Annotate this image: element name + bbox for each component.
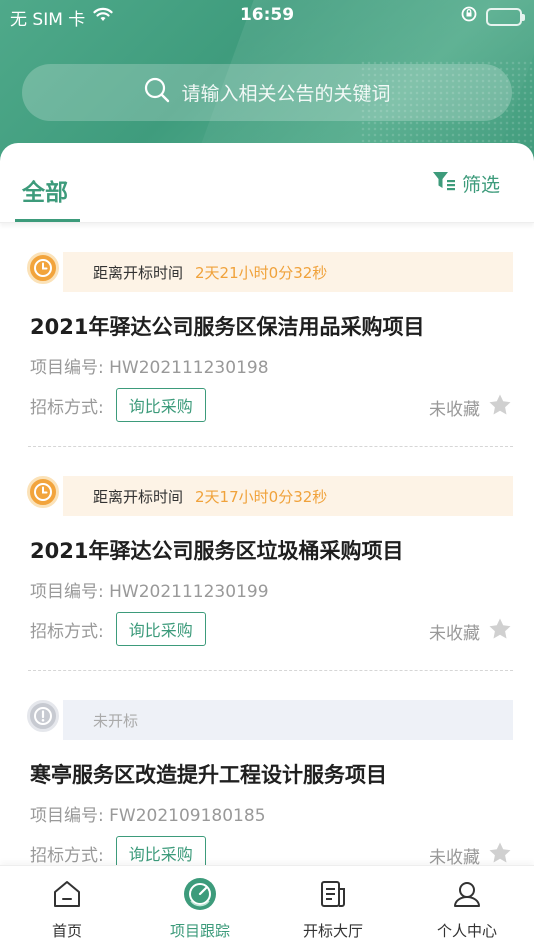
countdown-value: 2天21小时0分32秒 [195,263,328,282]
favorite-button[interactable]: 未收藏 [429,393,512,422]
tab-home-label: 首页 [51,922,82,940]
bottom-tab-bar: 首页 项目跟踪 开标大厅 个人中心 [0,865,534,950]
bid-method-tag: 询比采购 [115,612,206,646]
status-bar: 无 SIM 卡 16:59 [0,0,534,32]
countdown-bar: 距离开标时间 2天17小时0分32秒 [27,476,513,516]
filter-button[interactable]: 筛选 [432,170,500,197]
tab-bar-top: 全部 筛选 [0,143,534,223]
favorite-button[interactable]: 未收藏 [429,617,512,646]
user-icon [407,876,527,912]
favorite-label: 未收藏 [429,400,480,420]
favorite-button[interactable]: 未收藏 [429,841,512,865]
project-code: 项目编号: FW202109180185 [30,806,266,826]
tab-home[interactable]: 首页 [7,876,127,941]
star-icon [488,393,512,422]
project-title[interactable]: 2021年驿达公司服务区垃圾桶采购项目 [30,535,403,565]
item-divider [28,446,513,447]
project-title[interactable]: 寒亭服务区改造提升工程设计服务项目 [30,759,387,789]
project-code: 项目编号: HW202111230199 [30,582,269,602]
countdown-label: 距离开标时间 [93,487,184,506]
favorite-label: 未收藏 [429,624,480,644]
bid-method-label: 招标方式: [30,845,104,866]
bid-method-tag: 询比采购 [115,836,206,865]
tab-indicator [15,219,80,222]
bid-method-label: 招标方式: [30,621,104,642]
bid-method-label: 招标方式: [30,397,104,418]
countdown-bar: 距离开标时间 2天21小时0分32秒 [27,252,513,292]
bid-method: 招标方式: 询比采购 [30,836,206,865]
alert-icon [27,700,59,732]
filter-label: 筛选 [461,174,500,196]
tab-hall[interactable]: 开标大厅 [273,876,393,941]
bid-method: 招标方式: 询比采购 [30,388,206,422]
home-icon [7,876,127,912]
tab-profile[interactable]: 个人中心 [407,876,527,941]
search-icon [143,76,171,109]
search-bar[interactable]: 请输入相关公告的关键词 [22,64,512,121]
bid-method-tag: 询比采购 [115,388,206,422]
countdown-bar: 未开标 [27,700,513,740]
status-time: 16:59 [239,5,295,25]
project-title[interactable]: 2021年驿达公司服务区保洁用品采购项目 [30,311,424,341]
countdown-value: 2天17小时0分32秒 [195,487,328,506]
tab-tracking-label: 项目跟踪 [169,922,230,940]
item-divider [28,670,513,671]
tab-all[interactable]: 全部 [22,173,68,207]
star-icon [488,841,512,865]
tracking-icon [140,876,260,912]
tab-hall-label: 开标大厅 [302,922,363,940]
favorite-label: 未收藏 [429,848,480,865]
project-code: 项目编号: HW202111230198 [30,358,269,378]
filter-icon [432,170,456,197]
content-panel: 全部 筛选 距离开标时间 2天21小时0分32秒 2021年驿达公司服务区保洁用… [0,143,534,865]
clock-icon [27,476,59,508]
tab-tracking[interactable]: 项目跟踪 [140,876,260,941]
hall-icon [273,876,393,912]
tab-profile-label: 个人中心 [436,922,497,940]
countdown-label: 距离开标时间 [93,263,184,282]
battery-icon [486,7,525,26]
rotation-lock-icon [460,5,478,28]
search-placeholder: 请输入相关公告的关键词 [181,83,391,105]
countdown-label: 未开标 [93,711,139,730]
star-icon [488,617,512,646]
clock-icon [27,252,59,284]
bid-method: 招标方式: 询比采购 [30,612,206,646]
